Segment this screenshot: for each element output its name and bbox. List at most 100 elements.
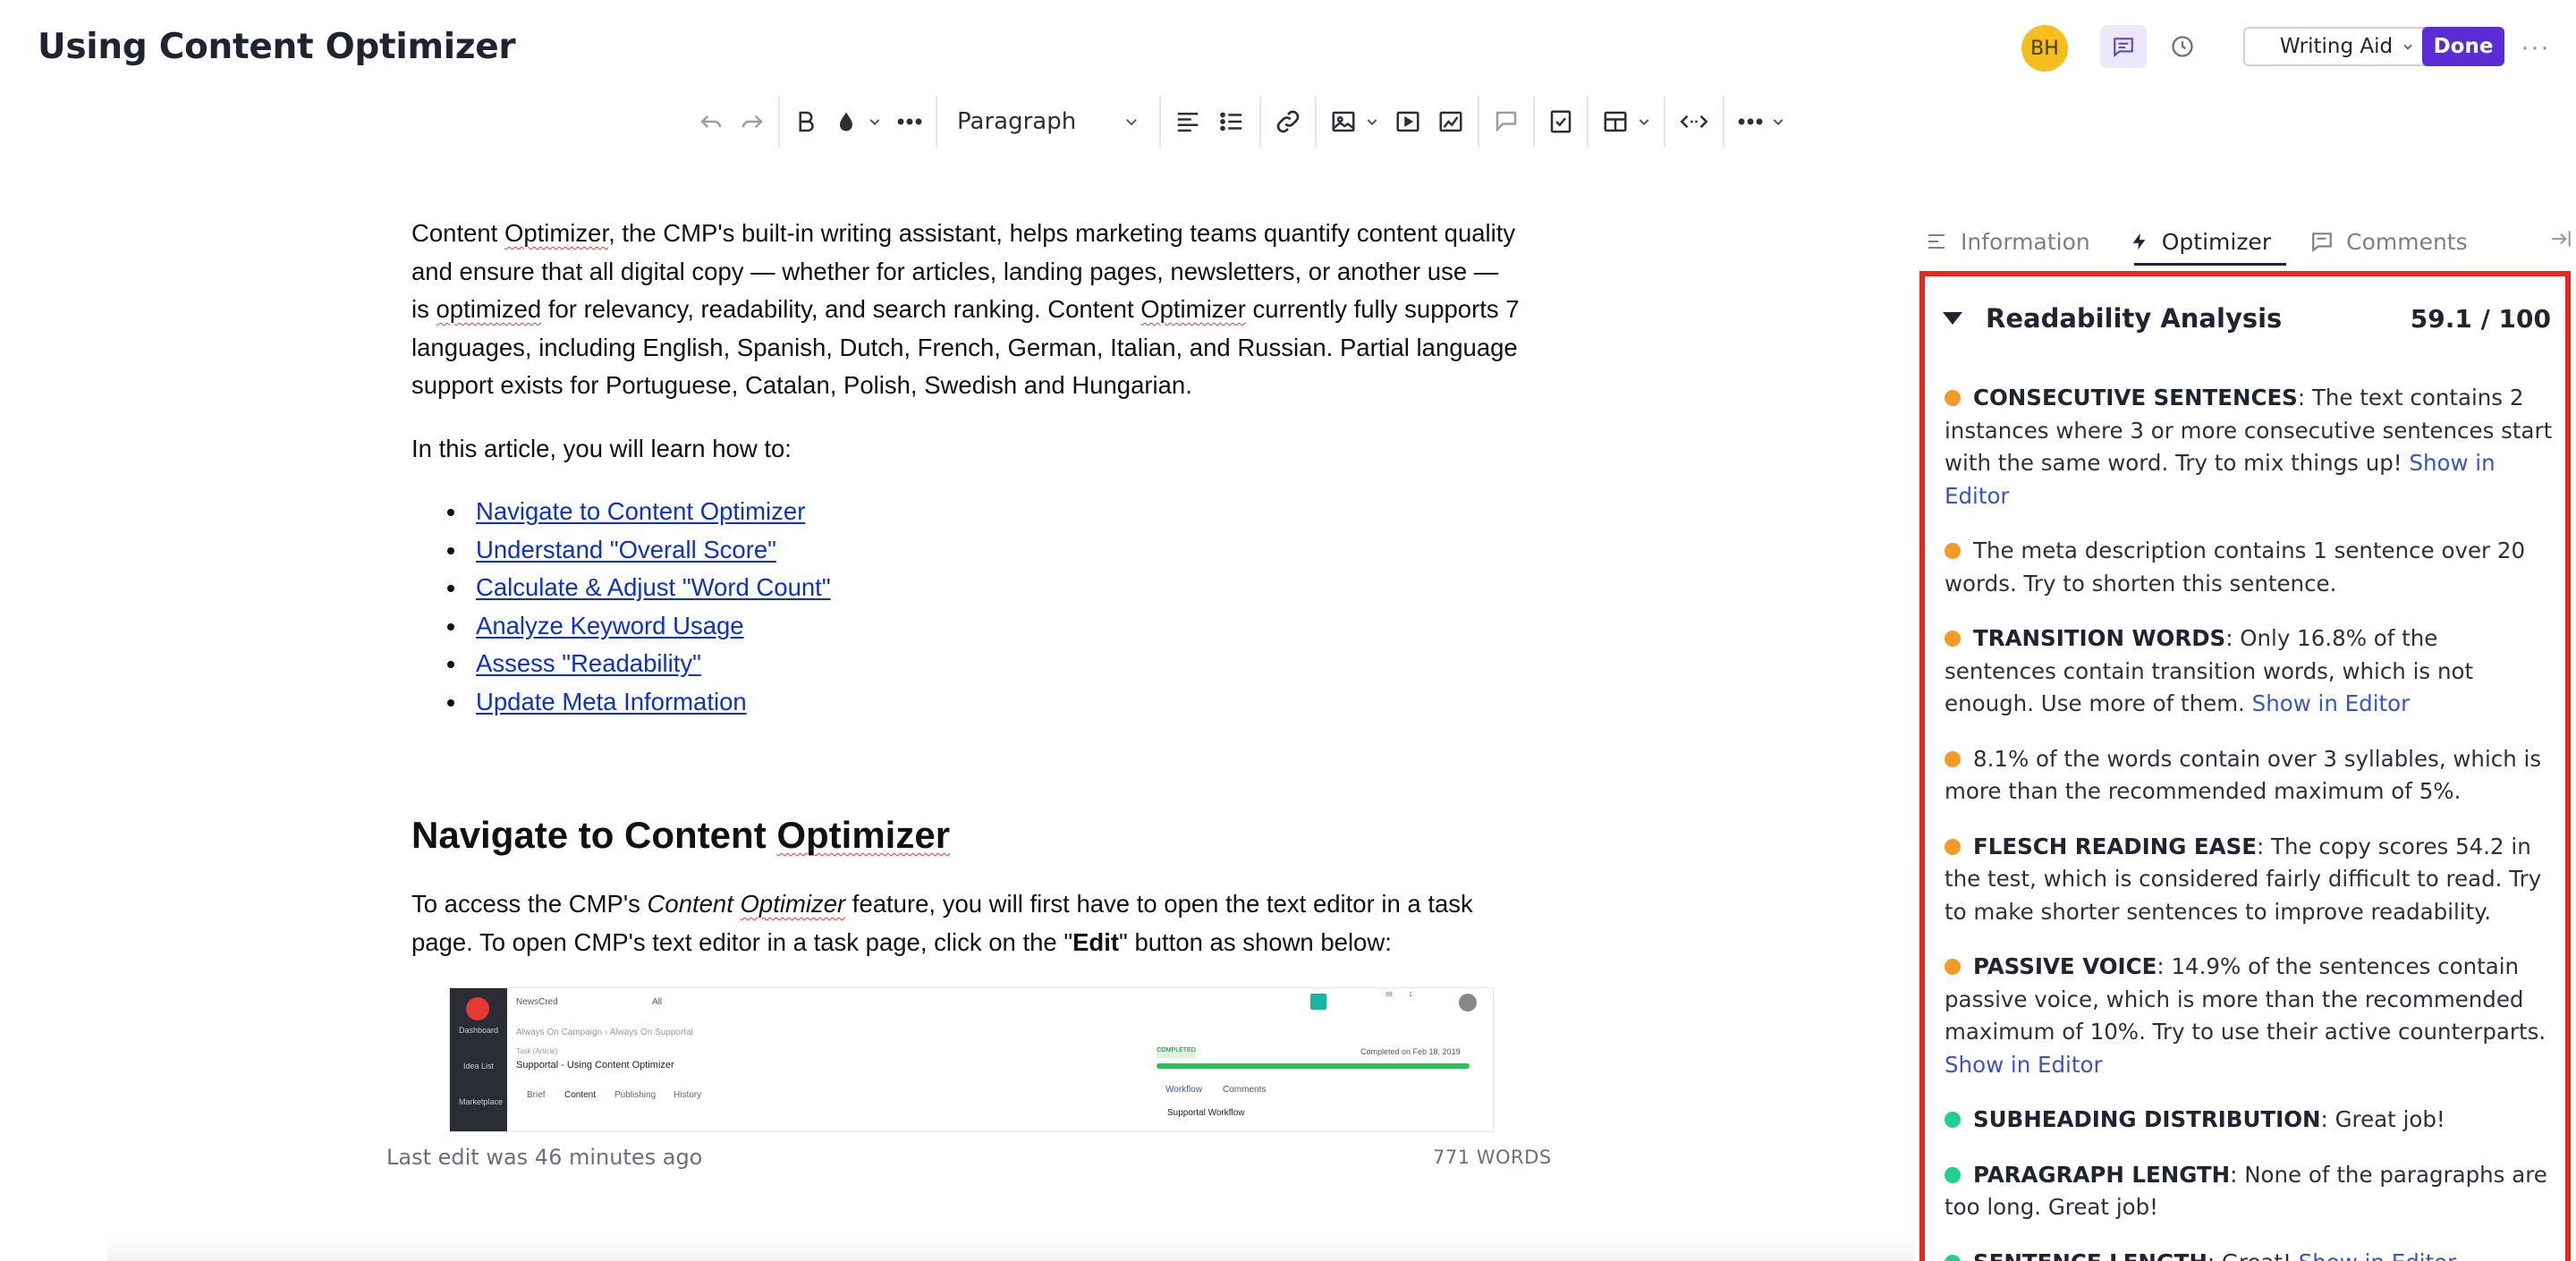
tab-optimizer[interactable]: Optimizer xyxy=(2130,218,2271,265)
status-dot-icon xyxy=(1945,750,1961,767)
list-item: CONSECUTIVE SENTENCES: The text contains… xyxy=(1945,385,2553,509)
status-dot-icon xyxy=(1945,543,1961,559)
comments-toggle-button[interactable] xyxy=(2100,25,2147,68)
chevron-down-icon xyxy=(1367,119,1377,126)
insert-chart-button[interactable] xyxy=(1429,97,1472,147)
bullet-list-button[interactable] xyxy=(1209,97,1254,147)
chevron-down-icon xyxy=(1773,119,1784,126)
link-icon xyxy=(1276,110,1300,133)
toc-link[interactable]: Analyze Keyword Usage xyxy=(476,612,744,639)
insert-video-button[interactable] xyxy=(1386,97,1429,147)
list-item: SUBHEADING DISTRIBUTION: Great job! xyxy=(1945,1104,2556,1137)
readability-section-header[interactable]: Readability Analysis 59.1 / 100 xyxy=(1943,298,2551,339)
embedded-completed-text: Completed on Feb 18, 2019 xyxy=(1360,1047,1461,1056)
redo-icon xyxy=(741,114,763,129)
insert-image-button[interactable] xyxy=(1322,97,1386,147)
paragraph-style-value: Paragraph xyxy=(957,108,1077,135)
insert-link-button[interactable] xyxy=(1267,97,1309,147)
learn-intro-paragraph: In this article, you will learn how to: xyxy=(411,434,792,462)
show-in-editor-link[interactable]: Show in Editor xyxy=(2252,690,2411,716)
status-dot-icon xyxy=(1945,1254,1961,1261)
embedded-tab: History xyxy=(674,1090,702,1100)
arrows-horizontal-icon xyxy=(1680,114,1708,129)
toolbar-divider xyxy=(1259,97,1261,147)
bold-button[interactable] xyxy=(785,97,826,147)
tab-comments[interactable]: Comments xyxy=(2310,218,2468,265)
embedded-tab: Publishing xyxy=(614,1090,657,1100)
status-dot-icon xyxy=(1945,1112,1961,1128)
ellipsis-icon xyxy=(1738,118,1763,125)
add-comment-button[interactable] xyxy=(1485,97,1528,147)
avatar[interactable]: BH xyxy=(2021,25,2068,72)
toc-link[interactable]: Assess "Readability" xyxy=(476,649,701,677)
code-view-button[interactable] xyxy=(1671,97,1717,147)
insert-table-button[interactable] xyxy=(1594,97,1658,147)
status-dot-icon xyxy=(1945,838,1961,855)
history-button[interactable] xyxy=(2159,25,2206,68)
embedded-tab: Brief xyxy=(527,1090,546,1100)
bullet-list-icon xyxy=(1220,112,1242,131)
embedded-workflow-tab: Workflow xyxy=(1165,1085,1202,1095)
toc-link[interactable]: Navigate to Content Optimizer xyxy=(476,497,805,525)
word-count: 771 WORDS xyxy=(1433,1147,1552,1168)
more-options-button[interactable]: ··· xyxy=(2521,32,2550,63)
undo-button[interactable] xyxy=(691,97,732,147)
embedded-breadcrumb: Always On Campaign › Always On Supportal xyxy=(516,1028,693,1037)
spellcheck-flag: Optimizer xyxy=(1140,295,1246,323)
page-title: Using Content Optimizer xyxy=(38,27,516,67)
embedded-screenshot[interactable]: Dashboard Idea List Marketplace NewsCred… xyxy=(449,987,1494,1132)
list-item: Assess "Readability" xyxy=(447,645,1521,683)
ink-drop-icon xyxy=(840,112,852,131)
section-heading: Navigate to Content Optimizer xyxy=(411,814,951,856)
toc-link[interactable]: Calculate & Adjust "Word Count" xyxy=(476,573,831,601)
readability-score: 59.1 / 100 xyxy=(2410,303,2551,334)
side-panel-tabs: Information Optimizer Comments xyxy=(1925,218,2507,265)
toc-link[interactable]: Understand "Overall Score" xyxy=(476,536,776,563)
embedded-plus-icon xyxy=(1310,994,1326,1010)
collapse-triangle-icon[interactable] xyxy=(1943,312,1962,325)
embedded-status-badge: COMPLETED xyxy=(1157,1047,1196,1058)
bold-icon xyxy=(799,111,814,132)
list-item: PASSIVE VOICE: 14.9% of the sentences co… xyxy=(1945,953,2546,1078)
redo-button[interactable] xyxy=(732,97,773,147)
spellcheck-flag: Optimizer xyxy=(776,814,951,856)
toolbar-divider xyxy=(1664,97,1665,147)
show-in-editor-link[interactable]: Show in Editor xyxy=(2299,1249,2457,1261)
list-item: TRANSITION WORDS: Only 16.8% of the sent… xyxy=(1945,625,2474,716)
ellipsis-icon xyxy=(897,118,922,125)
show-in-editor-link[interactable]: Show in Editor xyxy=(1945,1052,2103,1078)
paragraph-style-select[interactable]: Paragraph xyxy=(943,97,1154,147)
chevron-down-icon xyxy=(2403,44,2412,50)
embedded-progress-bar xyxy=(1157,1063,1470,1069)
toc-link[interactable]: Update Meta Information xyxy=(476,688,747,715)
video-icon xyxy=(1396,111,1419,132)
align-button[interactable] xyxy=(1166,97,1209,147)
writing-aid-dropdown[interactable]: Writing Aid xyxy=(2243,27,2451,66)
collapse-panel-button[interactable] xyxy=(2547,227,2574,255)
checklist-button[interactable] xyxy=(1540,97,1581,147)
done-button[interactable]: Done xyxy=(2422,27,2504,66)
readability-analysis-panel: Readability Analysis 59.1 / 100 CONSECUT… xyxy=(1919,271,2571,1261)
tab-information[interactable]: Information xyxy=(1925,218,2090,265)
editor-content[interactable]: Content Optimizer, the CMP's built-in wr… xyxy=(411,215,1521,986)
undo-icon xyxy=(700,114,722,129)
toolbar-divider xyxy=(1159,97,1161,147)
list-item: FLESCH READING EASE: The copy scores 54.… xyxy=(1945,833,2542,925)
spellcheck-flag: Optimizer xyxy=(504,219,609,247)
embedded-logo xyxy=(466,997,489,1020)
intro-paragraph: Content Optimizer, the CMP's built-in wr… xyxy=(411,219,1520,399)
toolbar-divider xyxy=(1587,97,1589,147)
list-item: Calculate & Adjust "Word Count" xyxy=(447,569,1521,607)
more-tools-button[interactable] xyxy=(1730,97,1792,147)
align-left-icon xyxy=(1177,113,1199,132)
spellcheck-flag: optimized xyxy=(436,295,542,323)
embedded-nav-item: Dashboard xyxy=(459,1026,499,1035)
embedded-task-label: Task (Article) xyxy=(516,1047,558,1055)
info-lines-icon xyxy=(1928,234,1945,249)
editor-toolbar: Paragraph xyxy=(691,97,1792,147)
text-color-button[interactable] xyxy=(826,97,889,147)
chevron-down-icon xyxy=(1639,119,1649,126)
access-paragraph: To access the CMP's Content Optimizer fe… xyxy=(411,890,1473,956)
more-formatting-button[interactable] xyxy=(889,97,930,147)
readability-checks-list: CONSECUTIVE SENTENCES: The text contains… xyxy=(1945,382,2556,1261)
